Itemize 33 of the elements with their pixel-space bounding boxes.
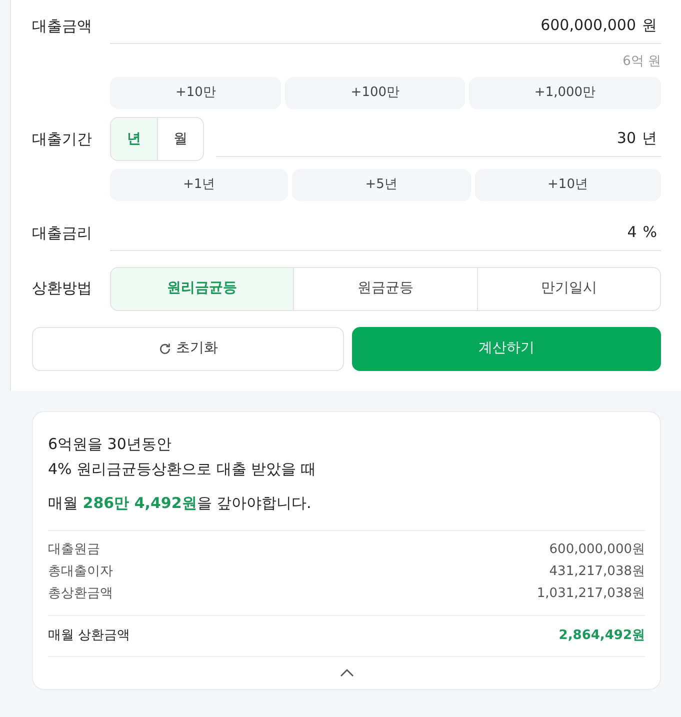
field-label: 대출금액 bbox=[32, 16, 93, 36]
field-label: 대출기간 bbox=[32, 128, 93, 150]
detail-value: 600,000,000원 bbox=[549, 541, 645, 559]
method-option[interactable]: 만기일시 bbox=[476, 268, 660, 310]
summary-line: 6억원을 30년동안 bbox=[48, 434, 172, 454]
monthly-value: 2,864,492원 bbox=[558, 627, 645, 645]
collapse-icon[interactable] bbox=[340, 668, 354, 676]
detail-label: 총상환금액 bbox=[48, 585, 113, 603]
increment-button[interactable]: +10만 bbox=[110, 77, 282, 109]
detail-label: 총대출이자 bbox=[48, 563, 113, 581]
refresh-icon bbox=[158, 342, 172, 356]
reset-button[interactable]: 초기화 bbox=[32, 326, 344, 370]
field-label: 대출금리 bbox=[32, 222, 93, 244]
unit-toggle[interactable]: 월 bbox=[157, 118, 203, 160]
amount-hint: 6억 원 bbox=[622, 52, 661, 70]
increment-button[interactable]: +10년 bbox=[474, 169, 662, 201]
monthly-sentence: 매월 286만 4,492원을 갚아야합니다. bbox=[48, 492, 312, 514]
detail-value: 431,217,038원 bbox=[549, 563, 645, 581]
unit-label: 원 bbox=[642, 8, 661, 44]
rate-input[interactable]: 4 bbox=[110, 215, 643, 250]
increment-button[interactable]: +1,000만 bbox=[468, 77, 661, 109]
detail-value: 1,031,217,038원 bbox=[536, 585, 645, 603]
unit-label: % bbox=[642, 215, 661, 250]
unit-label: 년 bbox=[642, 121, 661, 157]
monthly-label: 매월 상환금액 bbox=[48, 627, 130, 645]
increment-button[interactable]: +5년 bbox=[292, 169, 470, 201]
detail-label: 대출원금 bbox=[48, 541, 100, 559]
field-label: 상환방법 bbox=[32, 278, 93, 300]
increment-button[interactable]: +1년 bbox=[110, 169, 288, 201]
amount-input[interactable]: 600,000,000 bbox=[110, 8, 642, 44]
summary-line: 4% 원리금균등상환으로 대출 받았을 때 bbox=[48, 458, 317, 480]
period-input[interactable]: 30 bbox=[216, 121, 642, 157]
increment-button[interactable]: +100만 bbox=[285, 77, 465, 109]
